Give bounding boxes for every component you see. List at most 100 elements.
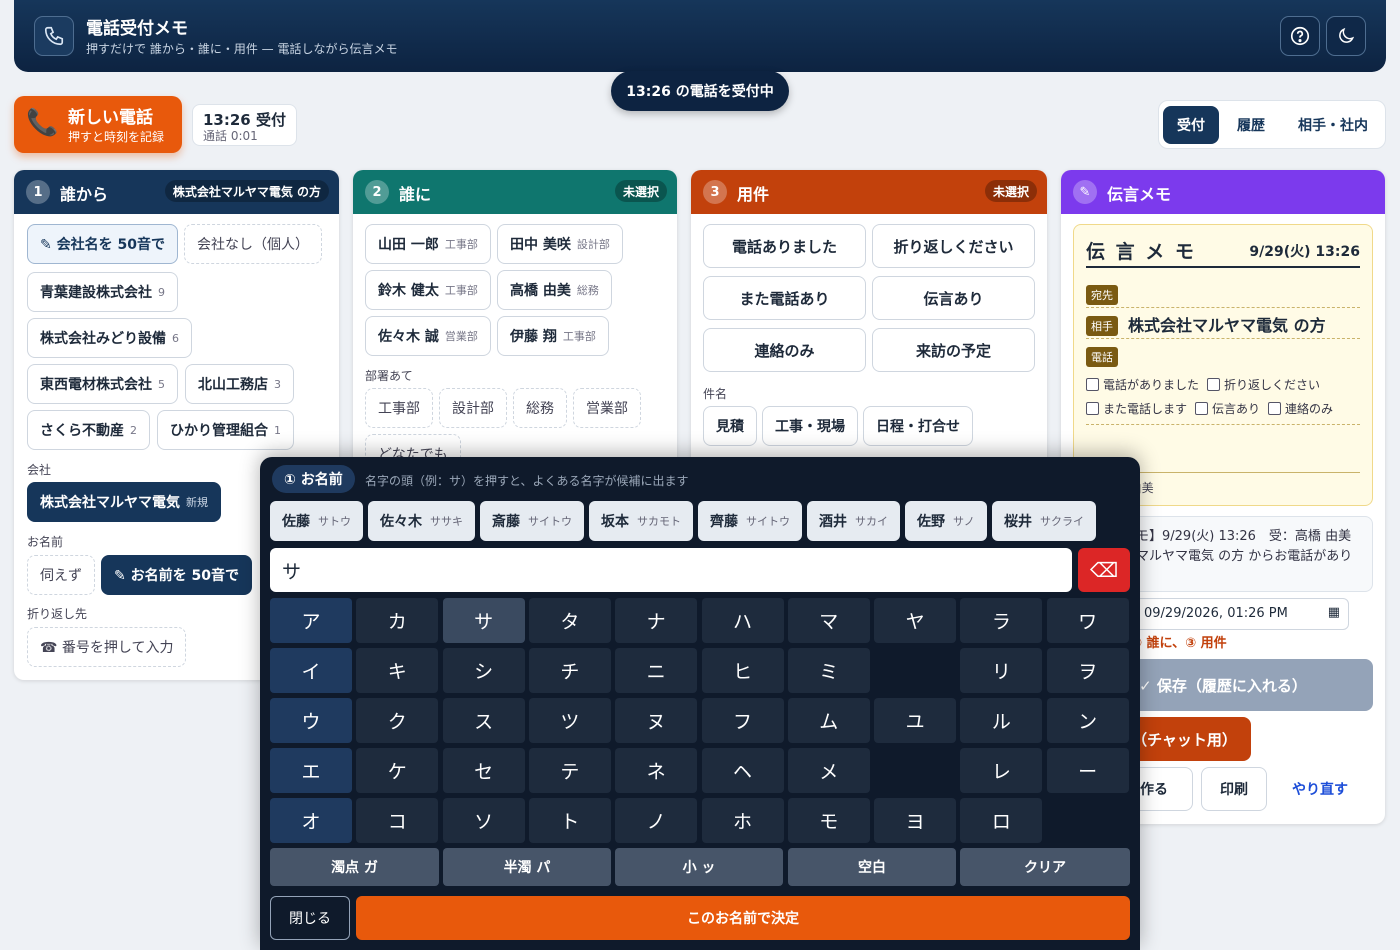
kana-key[interactable]: ヌ bbox=[615, 698, 698, 743]
kana-key[interactable]: ヲ bbox=[1046, 648, 1129, 693]
close-keyboard-button[interactable]: 閉じる bbox=[270, 896, 350, 940]
tab-reception[interactable]: 受付 bbox=[1163, 106, 1219, 144]
kana-key[interactable]: レ bbox=[960, 748, 1043, 793]
name-candidate[interactable]: 佐野 サノ bbox=[905, 501, 987, 541]
person-chip[interactable]: 高橋 由美 総務 bbox=[497, 270, 612, 310]
kana-key[interactable]: ケ bbox=[356, 748, 439, 793]
kana-key[interactable]: オ bbox=[270, 798, 352, 843]
kana-key[interactable]: モ bbox=[787, 798, 870, 843]
dept-chip[interactable]: 工事部 bbox=[365, 388, 433, 428]
kana-key[interactable]: シ bbox=[442, 648, 525, 693]
kana-key[interactable]: ス bbox=[442, 698, 525, 743]
memo-check[interactable]: 連絡のみ bbox=[1268, 400, 1333, 417]
tab-contacts[interactable]: 相手・社内 bbox=[1283, 106, 1383, 144]
person-chip[interactable]: 鈴木 健太 工事部 bbox=[365, 270, 491, 310]
kana-key[interactable]: ユ bbox=[874, 698, 957, 743]
name-candidate[interactable]: 佐々木 ササキ bbox=[368, 501, 475, 541]
reason-button[interactable]: また電話あり bbox=[703, 276, 866, 320]
memo-check[interactable]: 電話がありました bbox=[1086, 376, 1199, 393]
kana-key[interactable]: ラ bbox=[960, 598, 1043, 643]
reason-button[interactable]: 電話ありました bbox=[703, 224, 866, 268]
kana-key[interactable]: マ bbox=[787, 598, 870, 643]
dept-chip[interactable]: 総務 bbox=[513, 388, 567, 428]
kana-key[interactable]: ソ bbox=[442, 798, 525, 843]
kana-key[interactable]: サ bbox=[442, 598, 525, 643]
memo-check[interactable]: 伝言あり bbox=[1195, 400, 1260, 417]
help-button[interactable] bbox=[1280, 16, 1320, 56]
kana-key[interactable]: カ bbox=[356, 598, 439, 643]
subject-chip[interactable]: 見積 bbox=[703, 406, 757, 446]
dakuten-key[interactable]: 濁点 ガ bbox=[270, 848, 439, 886]
person-chip[interactable]: 佐々木 誠営業部 bbox=[365, 316, 491, 356]
kana-key[interactable]: ノ bbox=[615, 798, 698, 843]
company-chip[interactable]: 東西電材株式会社 5 bbox=[27, 364, 178, 404]
kana-key[interactable]: イ bbox=[270, 648, 352, 693]
kana-key[interactable]: ム bbox=[787, 698, 870, 743]
backspace-button[interactable]: ⌫ bbox=[1078, 548, 1130, 592]
handakuten-key[interactable]: 半濁 パ bbox=[443, 848, 611, 886]
kana-key[interactable]: コ bbox=[356, 798, 439, 843]
person-chip[interactable]: 山田 一郎 工事部 bbox=[365, 224, 491, 264]
kana-key[interactable]: ミ bbox=[787, 648, 870, 693]
kana-key[interactable]: チ bbox=[528, 648, 611, 693]
space-key[interactable]: 空白 bbox=[788, 848, 956, 886]
kana-key[interactable]: ウ bbox=[270, 698, 352, 743]
subject-chip[interactable]: 工事・現場 bbox=[762, 406, 858, 446]
kana-key[interactable]: ル bbox=[960, 698, 1043, 743]
kana-key[interactable]: ロ bbox=[960, 798, 1043, 843]
dept-chip[interactable]: 営業部 bbox=[573, 388, 641, 428]
name-candidate[interactable]: 斎藤 サイトウ bbox=[480, 501, 584, 541]
person-chip[interactable]: 伊藤 翔工事部 bbox=[497, 316, 609, 356]
kana-key[interactable]: ハ bbox=[701, 598, 784, 643]
kana-key[interactable]: フ bbox=[701, 698, 784, 743]
company-chip[interactable]: ひかり管理組合 1 bbox=[157, 410, 294, 450]
dept-chip[interactable]: 設計部 bbox=[439, 388, 507, 428]
name-candidate[interactable]: 酒井 サカイ bbox=[807, 501, 900, 541]
kana-key[interactable]: キ bbox=[356, 648, 439, 693]
kana-key[interactable]: タ bbox=[528, 598, 611, 643]
phone-input-button[interactable]: ☎ 番号を押して入力 bbox=[27, 627, 187, 667]
kana-key[interactable]: リ bbox=[960, 648, 1043, 693]
redo-button[interactable]: やり直す bbox=[1275, 767, 1365, 811]
kana-key[interactable]: ヘ bbox=[701, 748, 784, 793]
kana-key[interactable]: ワ bbox=[1046, 598, 1129, 643]
memo-check[interactable]: 折り返しください bbox=[1207, 376, 1320, 393]
new-call-button[interactable]: 📞 新しい電話 押すと時刻を記録 bbox=[14, 96, 182, 153]
kana-key[interactable]: ナ bbox=[615, 598, 698, 643]
tab-history[interactable]: 履歴 bbox=[1223, 106, 1279, 144]
company-chip[interactable]: さくら不動産 2 bbox=[27, 410, 150, 450]
kana-key[interactable]: テ bbox=[528, 748, 611, 793]
company-chip[interactable]: 株式会社みどり設備 6 bbox=[27, 318, 192, 358]
kana-key[interactable]: セ bbox=[442, 748, 525, 793]
company-chip[interactable]: 青葉建設株式会社 9 bbox=[27, 272, 178, 312]
no-company-button[interactable]: 会社なし（個人） bbox=[184, 224, 322, 264]
name-candidate[interactable]: 桜井 サクライ bbox=[992, 501, 1096, 541]
kana-key[interactable]: ホ bbox=[701, 798, 784, 843]
kana-key[interactable]: ニ bbox=[615, 648, 698, 693]
kana-key[interactable]: エ bbox=[270, 748, 352, 793]
kana-key[interactable]: ト bbox=[528, 798, 611, 843]
name-candidate[interactable]: 佐藤 サトウ bbox=[270, 501, 363, 541]
name-kana-button[interactable]: ✎ お名前を 50音で bbox=[101, 555, 252, 595]
confirm-name-button[interactable]: このお名前で決定 bbox=[356, 896, 1130, 940]
name-unknown-button[interactable]: 伺えず bbox=[27, 555, 95, 595]
company-chip[interactable]: 北山工務店 3 bbox=[185, 364, 294, 404]
kana-key[interactable]: メ bbox=[787, 748, 870, 793]
selected-company-chip[interactable]: 株式会社マルヤマ電気 新規 bbox=[27, 482, 221, 522]
small-kana-key[interactable]: 小 ッ bbox=[615, 848, 783, 886]
memo-check[interactable]: また電話します bbox=[1086, 400, 1187, 417]
kana-key[interactable]: ア bbox=[270, 598, 352, 643]
kana-key[interactable]: ヤ bbox=[874, 598, 957, 643]
kana-key[interactable]: ヒ bbox=[701, 648, 784, 693]
kana-key[interactable]: ン bbox=[1046, 698, 1129, 743]
kana-key[interactable]: ツ bbox=[528, 698, 611, 743]
reason-button[interactable]: 連絡のみ bbox=[703, 328, 866, 372]
reason-button[interactable]: 折り返しください bbox=[872, 224, 1035, 268]
kana-key[interactable]: ク bbox=[356, 698, 439, 743]
company-kana-button[interactable]: ✎ 会社名を 50音で bbox=[27, 224, 178, 264]
kana-key[interactable]: ヨ bbox=[874, 798, 957, 843]
reason-button[interactable]: 来訪の予定 bbox=[872, 328, 1035, 372]
reason-button[interactable]: 伝言あり bbox=[872, 276, 1035, 320]
name-candidate[interactable]: 坂本 サカモト bbox=[589, 501, 693, 541]
kana-key[interactable]: ネ bbox=[615, 748, 698, 793]
